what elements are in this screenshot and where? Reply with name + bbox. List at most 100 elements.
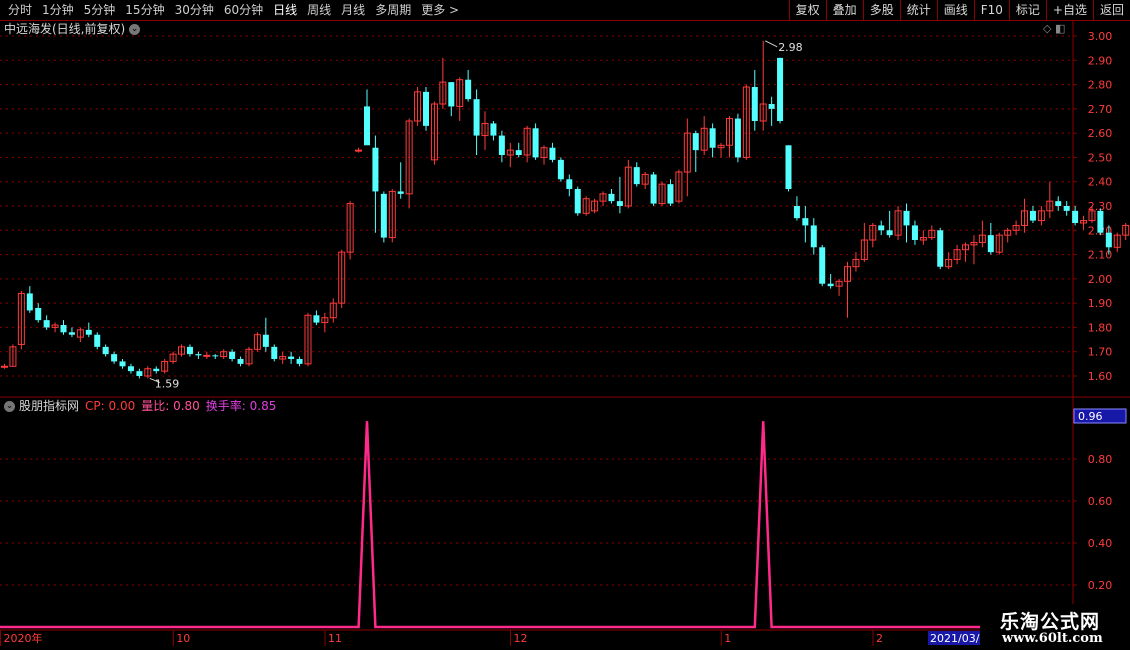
candle-body: [1122, 224, 1130, 236]
candle: [978, 220, 986, 248]
x-tick-label: 1: [724, 632, 731, 645]
tab-fenshi[interactable]: 分时: [4, 2, 38, 18]
candle: [759, 40, 767, 131]
candle: [574, 186, 581, 216]
overlay-button[interactable]: 叠加: [825, 0, 863, 20]
panel-toggle-icon[interactable]: ◧: [1055, 22, 1065, 35]
candle-body: [51, 324, 59, 328]
candle-body: [793, 206, 800, 219]
candle-body: [1072, 210, 1079, 223]
candle-body: [894, 210, 902, 236]
candle-body: [675, 171, 683, 202]
candle: [700, 116, 708, 155]
candle-body: [271, 346, 278, 359]
candle-body: [717, 144, 725, 149]
candle-body: [911, 225, 918, 240]
candle-body: [557, 159, 564, 180]
candle: [582, 196, 590, 216]
candle-body: [397, 191, 404, 194]
candle: [321, 312, 329, 333]
candle-body: [346, 203, 354, 253]
chevron-down-icon[interactable]: ⌄: [129, 24, 141, 35]
candle: [245, 346, 253, 367]
candle-body: [102, 346, 109, 355]
candle: [650, 172, 657, 206]
candle-body: [802, 218, 809, 226]
candle-body: [574, 189, 581, 214]
candle: [734, 113, 741, 163]
candle-body: [852, 258, 860, 268]
candle-body: [355, 149, 363, 152]
tab-more[interactable]: 更多 >: [417, 2, 465, 18]
tab-weekly[interactable]: 周线: [303, 2, 337, 18]
tab-15min[interactable]: 15分钟: [121, 2, 170, 18]
candle: [144, 366, 152, 379]
candle-body: [878, 225, 885, 231]
candle: [9, 344, 17, 367]
candle-body: [329, 302, 337, 319]
fuquan-button[interactable]: 复权: [788, 0, 826, 20]
chevron-down-icon[interactable]: ⌄: [4, 401, 15, 412]
back-button[interactable]: 返回: [1092, 0, 1130, 20]
candle: [1080, 215, 1088, 231]
candle: [523, 125, 531, 163]
tab-30min[interactable]: 30分钟: [171, 2, 220, 18]
candle: [692, 130, 699, 172]
candle: [777, 57, 784, 124]
candle: [532, 123, 539, 160]
candle: [279, 351, 287, 364]
main-y-tick-label: 2.20: [1088, 224, 1113, 237]
indicator-y-tick-label: 0.60: [1088, 495, 1113, 508]
candle: [405, 118, 413, 209]
candle-body: [288, 356, 295, 359]
main-y-tick-label: 2.90: [1088, 54, 1113, 67]
candle-body: [700, 127, 708, 151]
candle-body: [35, 308, 42, 321]
main-y-tick-label: 2.40: [1088, 176, 1113, 189]
tab-multi-period[interactable]: 多周期: [371, 2, 417, 18]
candle-body: [624, 166, 632, 207]
chart-svg[interactable]: 3.00 2.90 2.80 2.70 2.60 2.50 2.40 2.30 2.20 2.10…: [0, 0, 1130, 650]
statistics-button[interactable]: 统计: [899, 0, 937, 20]
candle: [844, 261, 851, 318]
candle-body: [26, 293, 33, 311]
date-cursor-box: [928, 631, 980, 645]
candle-body: [414, 91, 422, 122]
tab-monthly[interactable]: 月线: [337, 2, 371, 18]
tab-1min[interactable]: 1分钟: [38, 2, 80, 18]
candle: [329, 298, 337, 323]
candle-body: [1063, 206, 1070, 211]
candle: [35, 303, 42, 323]
indicator-liangbi: 量比: 0.80: [141, 399, 200, 413]
f10-button[interactable]: F10: [973, 0, 1009, 20]
tab-60min[interactable]: 60分钟: [220, 2, 269, 18]
main-y-tick-label: 2.50: [1088, 151, 1113, 164]
candle: [119, 359, 126, 369]
candle-body: [506, 149, 514, 156]
tab-daily[interactable]: 日线: [269, 2, 303, 18]
candle: [481, 111, 489, 151]
multi-stock-button[interactable]: 多股: [862, 0, 900, 20]
candle-body: [161, 360, 169, 372]
diamond-icon[interactable]: ◇: [1043, 22, 1051, 35]
candle-body: [111, 354, 118, 362]
add-watchlist-button[interactable]: +自选: [1045, 0, 1093, 20]
candle-body: [136, 371, 143, 376]
candle-body: [363, 106, 370, 146]
draw-line-button[interactable]: 画线: [936, 0, 974, 20]
candle-body: [490, 123, 497, 136]
candle-body: [869, 224, 877, 241]
candle-body: [523, 127, 531, 156]
indicator-huanshou: 换手率: 0.85: [205, 399, 277, 413]
candle-body: [978, 234, 986, 243]
candle: [658, 181, 666, 206]
candle: [346, 201, 354, 260]
tab-5min[interactable]: 5分钟: [80, 2, 122, 18]
candle: [835, 278, 843, 296]
candle: [624, 159, 632, 209]
candle: [633, 162, 640, 187]
main-y-tick-label: 1.90: [1088, 297, 1113, 310]
candle: [237, 356, 244, 367]
mark-button[interactable]: 标记: [1008, 0, 1046, 20]
candle: [709, 123, 716, 158]
